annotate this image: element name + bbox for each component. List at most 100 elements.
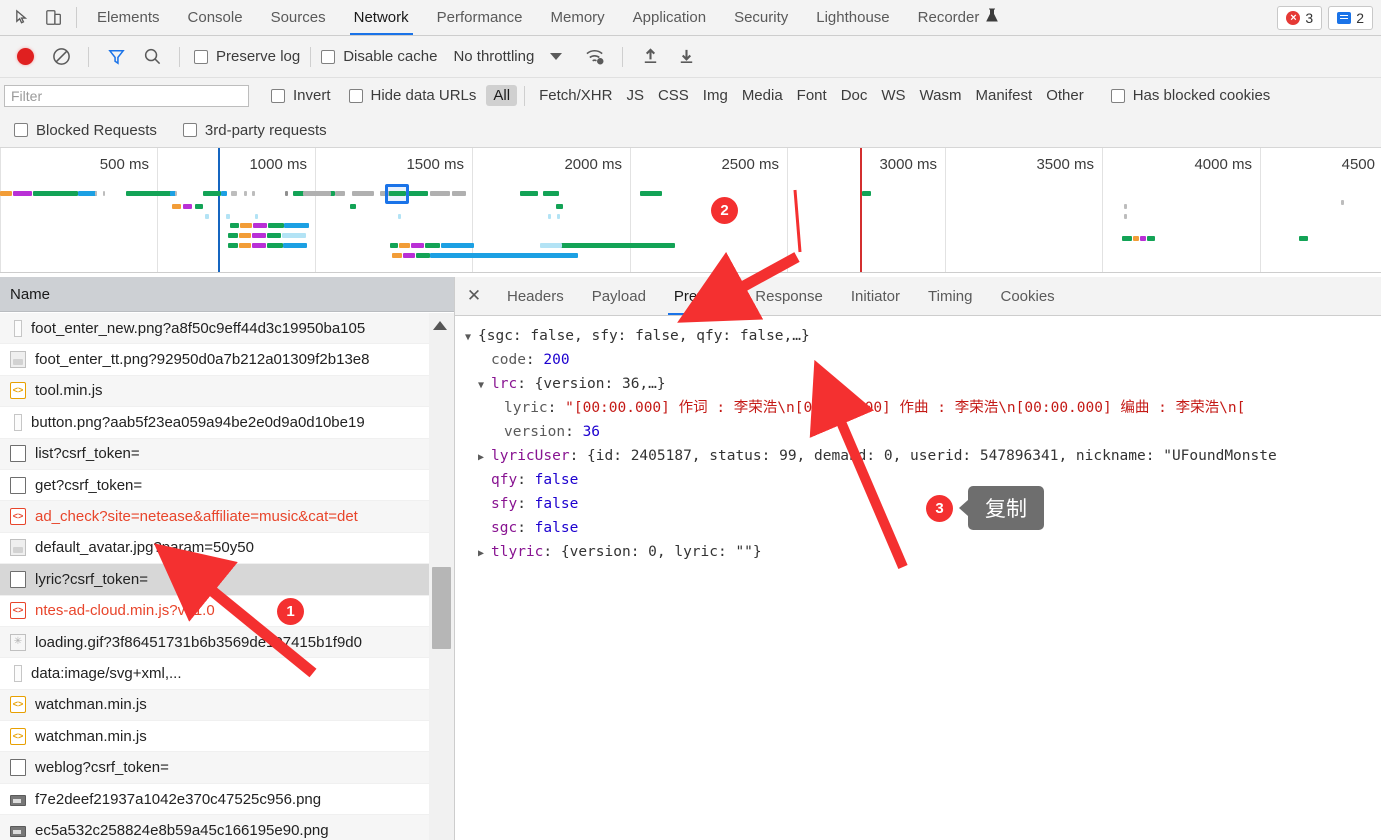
tab-application[interactable]: Application	[619, 0, 720, 35]
checkbox-box[interactable]	[182, 123, 197, 137]
search-icon[interactable]	[135, 43, 169, 71]
table-row[interactable]: foot_enter_new.png?a8f50c9eff44d3c19950b…	[0, 313, 454, 345]
tab-memory[interactable]: Memory	[537, 0, 619, 35]
table-row[interactable]: weblog?csrf_token=	[0, 752, 454, 784]
disable-cache-checkbox[interactable]: Disable cache	[321, 48, 437, 65]
throttling-select[interactable]: No throttling	[453, 48, 534, 65]
filter-input[interactable]	[4, 84, 249, 107]
checkbox-box[interactable]	[1110, 88, 1125, 103]
document-icon	[10, 570, 26, 588]
json-row-sfy[interactable]: ▶sfy: false	[465, 492, 1381, 516]
blocked-requests-checkbox[interactable]: Blocked Requests	[14, 122, 157, 139]
json-row-lrc[interactable]: ▼ lrc: {version: 36,…}	[465, 372, 1381, 396]
table-row[interactable]: <> ntes-ad-cloud.min.js?v=1.0	[0, 596, 454, 627]
disclosure-triangle-icon[interactable]: ▼	[465, 326, 478, 350]
checkbox-box[interactable]	[321, 49, 336, 64]
checkbox-box[interactable]	[348, 88, 363, 103]
table-row[interactable]: data:image/svg+xml,...	[0, 658, 454, 690]
tab-security[interactable]: Security	[720, 0, 802, 35]
json-key: lyricUser	[491, 448, 570, 464]
disclosure-triangle-icon[interactable]: ▼	[478, 374, 491, 398]
table-row[interactable]: <> ad_check?site=netease&affiliate=music&…	[0, 501, 454, 533]
table-row[interactable]: default_avatar.jpg?param=50y50	[0, 533, 454, 565]
table-row-selected[interactable]: lyric?csrf_token=	[0, 564, 454, 596]
table-row[interactable]: foot_enter_tt.png?92950d0a7b212a01309f2b…	[0, 344, 454, 376]
type-filter-img[interactable]: Img	[696, 85, 735, 106]
detail-tab-initiator[interactable]: Initiator	[837, 277, 914, 315]
json-row-qfy[interactable]: ▶qfy: false	[465, 468, 1381, 492]
scroll-up-arrow-icon[interactable]	[433, 321, 447, 330]
json-row-lyric[interactable]: ▶lyric: "[00:00.000] 作词 : 李荣浩\n[00:00.00…	[465, 396, 1381, 420]
table-row[interactable]: ec5a532c258824e8b59a45c166195e90.png	[0, 815, 454, 840]
type-filter-fetch-xhr[interactable]: Fetch/XHR	[532, 85, 619, 106]
inspect-element-icon[interactable]	[6, 0, 38, 35]
error-count-badge[interactable]: × 3	[1277, 5, 1323, 30]
json-preview-tree[interactable]: ▼ {sgc: false, sfy: false, qfy: false,…} …	[455, 316, 1381, 840]
script-icon: <>	[10, 727, 26, 745]
tab-console[interactable]: Console	[174, 0, 257, 35]
import-har-icon[interactable]	[633, 43, 667, 71]
clear-icon[interactable]	[44, 43, 78, 71]
detail-tab-response[interactable]: Response	[741, 277, 837, 315]
tab-elements[interactable]: Elements	[83, 0, 174, 35]
request-name: ec5a532c258824e8b59a45c166195e90.png	[35, 821, 329, 839]
third-party-requests-checkbox[interactable]: 3rd-party requests	[182, 122, 327, 139]
request-list-header[interactable]: Name	[0, 277, 454, 312]
type-filter-wasm[interactable]: Wasm	[913, 85, 969, 106]
type-filter-manifest[interactable]: Manifest	[969, 85, 1040, 106]
hide-data-urls-checkbox[interactable]: Hide data URLs	[348, 87, 476, 104]
device-toolbar-icon[interactable]	[38, 0, 70, 35]
table-row[interactable]: <> tool.min.js	[0, 375, 454, 408]
export-har-icon[interactable]	[669, 43, 703, 71]
request-name: f7e2deef21937a1042e370c47525c956.png	[35, 790, 322, 808]
tab-network[interactable]: Network	[340, 0, 423, 35]
type-filter-ws[interactable]: WS	[874, 85, 912, 106]
checkbox-box[interactable]	[14, 123, 28, 137]
type-filter-css[interactable]: CSS	[651, 85, 696, 106]
checkbox-box[interactable]	[194, 49, 208, 64]
request-list-panel: Name foot_enter_new.png?a8f50c9eff44d3c1…	[0, 277, 455, 840]
tab-performance[interactable]: Performance	[423, 0, 537, 35]
network-conditions-icon[interactable]	[578, 43, 612, 71]
table-row[interactable]: button.png?aab5f23ea059a94be2e0d9a0d10be…	[0, 407, 454, 439]
json-row-lyricuser[interactable]: ▶ lyricUser: {id: 2405187, status: 99, de…	[465, 444, 1381, 468]
table-row[interactable]: f7e2deef21937a1042e370c47525c956.png	[0, 784, 454, 816]
type-filter-all[interactable]: All	[486, 85, 518, 106]
invert-checkbox[interactable]: Invert	[271, 87, 331, 104]
detail-tab-timing[interactable]: Timing	[914, 277, 986, 315]
detail-tab-cookies[interactable]: Cookies	[986, 277, 1068, 315]
disclosure-triangle-icon[interactable]: ▶	[478, 446, 491, 470]
detail-tab-preview[interactable]: Preview	[660, 277, 741, 315]
network-overview-timeline[interactable]: 500 ms 1000 ms 1500 ms 2000 ms 2500 ms 3…	[0, 148, 1381, 273]
table-row[interactable]: get?csrf_token=	[0, 470, 454, 502]
table-row[interactable]: list?csrf_token=	[0, 438, 454, 470]
tab-recorder[interactable]: Recorder	[904, 0, 1013, 35]
type-filter-doc[interactable]: Doc	[834, 85, 875, 106]
record-button[interactable]	[8, 43, 42, 71]
detail-tab-payload[interactable]: Payload	[578, 277, 660, 315]
disclosure-triangle-icon[interactable]: ▶	[478, 542, 491, 566]
json-row-tlyric[interactable]: ▶ tlyric: {version: 0, lyric: ""}	[465, 540, 1381, 564]
json-row-root[interactable]: ▼ {sgc: false, sfy: false, qfy: false,…}	[465, 324, 1381, 348]
scrollbar-thumb[interactable]	[432, 567, 451, 649]
type-filter-font[interactable]: Font	[790, 85, 834, 106]
detail-tab-headers[interactable]: Headers	[493, 277, 578, 315]
tab-lighthouse[interactable]: Lighthouse	[802, 0, 903, 35]
table-row[interactable]: ✳ loading.gif?3f86451731b6b3569de107415b1…	[0, 626, 454, 659]
json-row-version[interactable]: ▶version: 36	[465, 420, 1381, 444]
type-filter-other[interactable]: Other	[1039, 85, 1091, 106]
tab-sources[interactable]: Sources	[257, 0, 340, 35]
json-row-sgc[interactable]: ▶sgc: false	[465, 516, 1381, 540]
close-icon[interactable]: ✕	[455, 277, 493, 315]
table-row[interactable]: <> watchman.min.js	[0, 721, 454, 753]
has-blocked-cookies-checkbox[interactable]: Has blocked cookies	[1110, 87, 1270, 104]
chevron-down-icon[interactable]	[550, 53, 563, 60]
preserve-log-checkbox[interactable]: Preserve log	[194, 48, 300, 65]
table-row[interactable]: <> watchman.min.js	[0, 689, 454, 722]
filter-icon[interactable]	[99, 43, 133, 71]
type-filter-media[interactable]: Media	[735, 85, 790, 106]
json-row-code[interactable]: ▶code: 200	[465, 348, 1381, 372]
type-filter-js[interactable]: JS	[619, 85, 651, 106]
checkbox-box[interactable]	[271, 88, 285, 103]
message-count-badge[interactable]: 2	[1328, 5, 1373, 30]
